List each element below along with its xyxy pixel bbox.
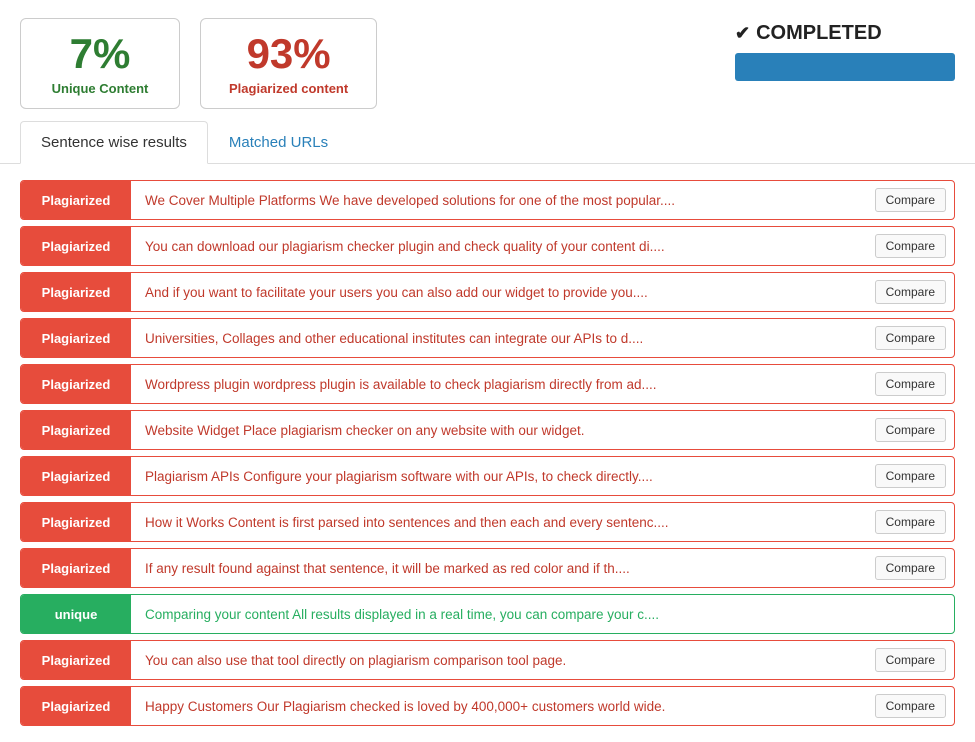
result-text: And if you want to facilitate your users… [131, 277, 871, 308]
plagiarized-badge: Plagiarized [21, 273, 131, 311]
compare-button[interactable]: Compare [875, 418, 946, 442]
table-row: PlagiarizedWordpress plugin wordpress pl… [20, 364, 955, 404]
result-text: Happy Customers Our Plagiarism checked i… [131, 691, 871, 722]
table-row: PlagiarizedWebsite Widget Place plagiari… [20, 410, 955, 450]
tabs-section: Sentence wise results Matched URLs [0, 121, 975, 164]
compare-button[interactable]: Compare [875, 694, 946, 718]
checkmark-icon: ✔ [735, 23, 750, 44]
table-row: PlagiarizedAnd if you want to facilitate… [20, 272, 955, 312]
table-row: PlagiarizedIf any result found against t… [20, 548, 955, 588]
result-text: You can download our plagiarism checker … [131, 231, 871, 262]
plagiarized-badge: Plagiarized [21, 319, 131, 357]
completed-text: COMPLETED [756, 22, 882, 45]
table-row: PlagiarizedYou can also use that tool di… [20, 640, 955, 680]
unique-label: Unique Content [49, 81, 151, 96]
top-section: 7% Unique Content 93% Plagiarized conten… [0, 0, 975, 121]
result-text: We Cover Multiple Platforms We have deve… [131, 185, 871, 216]
completed-label: ✔ COMPLETED [735, 22, 882, 45]
table-row: PlagiarizedWe Cover Multiple Platforms W… [20, 180, 955, 220]
unique-content-box: 7% Unique Content [20, 18, 180, 109]
compare-button[interactable]: Compare [875, 234, 946, 258]
unique-badge: unique [21, 595, 131, 633]
compare-button[interactable]: Compare [875, 326, 946, 350]
result-text: Plagiarism APIs Configure your plagiaris… [131, 461, 871, 492]
result-text: How it Works Content is first parsed int… [131, 507, 871, 538]
result-text: If any result found against that sentenc… [131, 553, 871, 584]
plagiarized-badge: Plagiarized [21, 227, 131, 265]
results-section: PlagiarizedWe Cover Multiple Platforms W… [0, 164, 975, 742]
compare-button[interactable]: Compare [875, 510, 946, 534]
result-text: Universities, Collages and other educati… [131, 323, 871, 354]
tab-sentence-wise[interactable]: Sentence wise results [20, 121, 208, 164]
compare-button[interactable]: Compare [875, 188, 946, 212]
table-row: uniqueComparing your content All results… [20, 594, 955, 634]
plagiarized-content-box: 93% Plagiarized content [200, 18, 377, 109]
table-row: PlagiarizedHappy Customers Our Plagiaris… [20, 686, 955, 726]
table-row: PlagiarizedHow it Works Content is first… [20, 502, 955, 542]
plagiarized-label: Plagiarized content [229, 81, 348, 96]
unique-percent: 7% [49, 31, 151, 77]
result-text: You can also use that tool directly on p… [131, 645, 871, 676]
compare-button[interactable]: Compare [875, 556, 946, 580]
tab-matched-urls[interactable]: Matched URLs [208, 121, 349, 164]
plagiarized-badge: Plagiarized [21, 411, 131, 449]
completed-progress-bar [735, 53, 955, 81]
plagiarized-badge: Plagiarized [21, 503, 131, 541]
completed-area: ✔ COMPLETED [735, 18, 955, 81]
compare-button[interactable]: Compare [875, 648, 946, 672]
plagiarized-badge: Plagiarized [21, 641, 131, 679]
plagiarized-badge: Plagiarized [21, 687, 131, 725]
table-row: PlagiarizedPlagiarism APIs Configure you… [20, 456, 955, 496]
table-row: PlagiarizedYou can download our plagiari… [20, 226, 955, 266]
plagiarized-badge: Plagiarized [21, 181, 131, 219]
compare-button[interactable]: Compare [875, 280, 946, 304]
result-text: Comparing your content All results displ… [131, 599, 954, 630]
table-row: PlagiarizedUniversities, Collages and ot… [20, 318, 955, 358]
compare-button[interactable]: Compare [875, 372, 946, 396]
plagiarized-badge: Plagiarized [21, 457, 131, 495]
plagiarized-badge: Plagiarized [21, 549, 131, 587]
result-text: Website Widget Place plagiarism checker … [131, 415, 871, 446]
compare-button[interactable]: Compare [875, 464, 946, 488]
plagiarized-percent: 93% [229, 31, 348, 77]
plagiarized-badge: Plagiarized [21, 365, 131, 403]
result-text: Wordpress plugin wordpress plugin is ava… [131, 369, 871, 400]
